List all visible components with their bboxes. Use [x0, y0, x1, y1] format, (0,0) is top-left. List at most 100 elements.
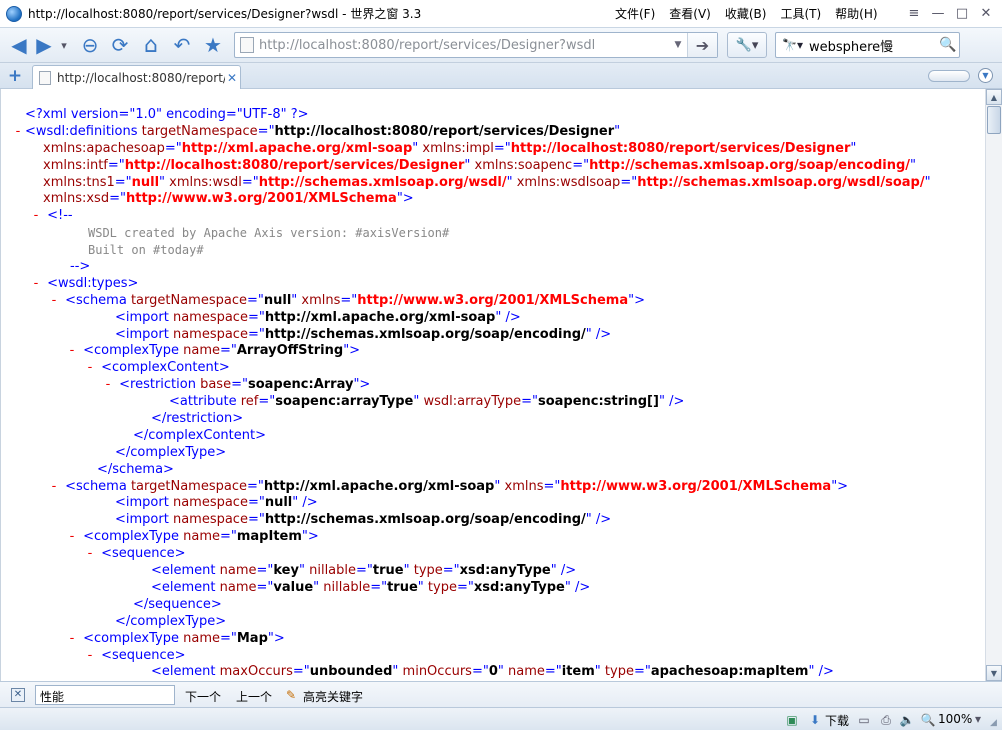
collapse-toggle[interactable]: -: [47, 293, 61, 310]
tab-scroll-handle[interactable]: [928, 70, 970, 82]
browser-logo-icon: [6, 5, 22, 22]
xml-token: xmlns:xsd: [43, 191, 110, 207]
xml-token: http://www.w3.org/2001/XMLSchema: [560, 478, 832, 494]
xml-token: " />: [808, 664, 834, 680]
undo-close-icon[interactable]: ↶: [169, 32, 195, 58]
sound-icon[interactable]: 🔈: [899, 712, 915, 728]
xml-token: key: [273, 563, 299, 579]
collapse-toggle[interactable]: -: [101, 377, 115, 394]
xml-token: =": [572, 157, 590, 173]
collapse-toggle[interactable]: -: [83, 546, 97, 563]
search-input[interactable]: websphere慢: [809, 36, 937, 55]
xml-document-view: <?xml version="1.0" encoding="UTF-8" ?> -…: [0, 89, 985, 681]
zoom-icon[interactable]: 🔍: [920, 712, 936, 728]
highlight-keyword-button[interactable]: 高亮关键字: [303, 688, 363, 705]
find-close-icon[interactable]: ✕: [11, 688, 25, 702]
xml-token: =": [543, 478, 561, 494]
download-icon[interactable]: ⬇: [807, 712, 823, 728]
xml-token: nillable: [309, 563, 357, 579]
tab-wsdl[interactable]: http://localhost:8080/report/services/De…: [32, 65, 241, 89]
xml-token: " />: [658, 394, 685, 410]
menu-file[interactable]: 文件(F): [615, 5, 655, 22]
menu-favorites[interactable]: 收藏(B): [725, 5, 767, 22]
address-dropdown-icon[interactable]: ▼: [669, 40, 687, 50]
xml-token: <sequence>: [97, 546, 186, 562]
xml-token: ": [412, 140, 423, 156]
forward-menu-icon[interactable]: ▾: [58, 32, 70, 58]
xml-token: =": [493, 140, 511, 156]
xml-line: - <complexType name="Map">: [1, 631, 931, 648]
window-icon[interactable]: ▭: [856, 712, 872, 728]
tools-button[interactable]: 🔧▾: [727, 32, 767, 58]
xml-line: <import namespace="null" />: [1, 495, 931, 512]
xml-line: -->: [1, 259, 931, 276]
xml-token: xsd:anyType: [459, 563, 551, 579]
xml-token: name: [508, 664, 545, 680]
address-bar[interactable]: http://localhost:8080/report/services/De…: [234, 32, 718, 58]
menu-view[interactable]: 查看(V): [669, 5, 711, 22]
xml-token: http://xml.apache.org/xml-soap: [264, 309, 496, 325]
printer-icon[interactable]: ⎙: [878, 712, 894, 728]
maximize-icon[interactable]: □: [950, 3, 974, 23]
window-controls: ≡ — □ ✕: [902, 3, 998, 23]
minimize-icon[interactable]: —: [926, 3, 950, 23]
favorite-star-icon[interactable]: ★: [199, 32, 227, 58]
restore-menu-icon[interactable]: ≡: [902, 3, 926, 23]
collapse-toggle[interactable]: -: [29, 276, 43, 293]
xml-token: null: [263, 292, 292, 308]
back-icon[interactable]: ◀: [8, 32, 30, 58]
close-icon[interactable]: ✕: [974, 3, 998, 23]
scroll-thumb[interactable]: [987, 106, 1001, 134]
zoom-level[interactable]: 100%: [938, 712, 972, 726]
xml-token: ": [910, 157, 916, 173]
collapse-toggle[interactable]: -: [83, 360, 97, 377]
search-engine-icon[interactable]: 🔭▾: [782, 38, 803, 52]
collapse-toggle[interactable]: -: [29, 208, 43, 225]
xml-token: <wsdl:definitions: [25, 123, 142, 139]
menu-help[interactable]: 帮助(H): [835, 5, 877, 22]
xml-token: xsd:anyType: [473, 579, 565, 595]
xml-token: targetNamespace: [130, 478, 247, 494]
collapse-toggle[interactable]: -: [65, 631, 79, 648]
xml-token: =": [256, 563, 274, 579]
xml-token: </sequence>: [133, 596, 222, 612]
zoom-menu-icon[interactable]: ▾: [975, 712, 981, 726]
vertical-scrollbar[interactable]: ▲ ▼: [985, 89, 1002, 681]
xml-token: <import: [115, 309, 173, 325]
home-icon[interactable]: ⌂: [137, 32, 165, 58]
xml-token: <schema: [61, 478, 131, 494]
search-box[interactable]: 🔭▾ websphere慢 🔍: [775, 32, 960, 58]
xml-token: <!--: [43, 208, 73, 224]
forward-icon[interactable]: ▶: [33, 32, 55, 58]
xml-token: ": [497, 664, 508, 680]
find-prev-button[interactable]: 上一个: [236, 688, 272, 705]
scroll-up-icon[interactable]: ▲: [986, 89, 1002, 105]
xml-comment-text: WSDL created by Apache Axis version: #ax…: [88, 226, 450, 241]
search-icon[interactable]: 🔍: [937, 37, 959, 53]
address-input[interactable]: http://localhost:8080/report/services/De…: [259, 38, 669, 53]
download-label[interactable]: 下载: [825, 712, 849, 729]
new-tab-icon[interactable]: +: [6, 67, 24, 85]
collapse-toggle[interactable]: -: [47, 479, 61, 496]
xml-token: =": [258, 394, 276, 410]
find-next-button[interactable]: 下一个: [185, 688, 221, 705]
find-input[interactable]: 性能: [35, 685, 175, 705]
resize-grip-icon[interactable]: ◢: [990, 718, 1000, 728]
tab-list-menu-icon[interactable]: ▼: [978, 68, 993, 83]
refresh-icon[interactable]: ⟳: [107, 32, 133, 58]
scroll-down-icon[interactable]: ▼: [986, 665, 1002, 681]
xml-token: name: [183, 630, 220, 646]
stop-icon[interactable]: ⊖: [77, 32, 103, 58]
network-icon[interactable]: ▣: [784, 712, 800, 728]
xml-token: <schema: [61, 292, 131, 308]
xml-token: =": [247, 326, 265, 342]
collapse-toggle[interactable]: -: [65, 343, 79, 360]
collapse-toggle[interactable]: -: [65, 529, 79, 546]
xml-token: maxOccurs: [219, 664, 293, 680]
menu-tools[interactable]: 工具(T): [780, 5, 821, 22]
collapse-toggle[interactable]: -: [11, 124, 25, 141]
go-icon[interactable]: ➔: [687, 33, 717, 57]
collapse-toggle[interactable]: -: [83, 648, 97, 665]
xml-token: <attribute: [169, 394, 241, 410]
tab-close-icon[interactable]: ✕: [225, 71, 239, 85]
